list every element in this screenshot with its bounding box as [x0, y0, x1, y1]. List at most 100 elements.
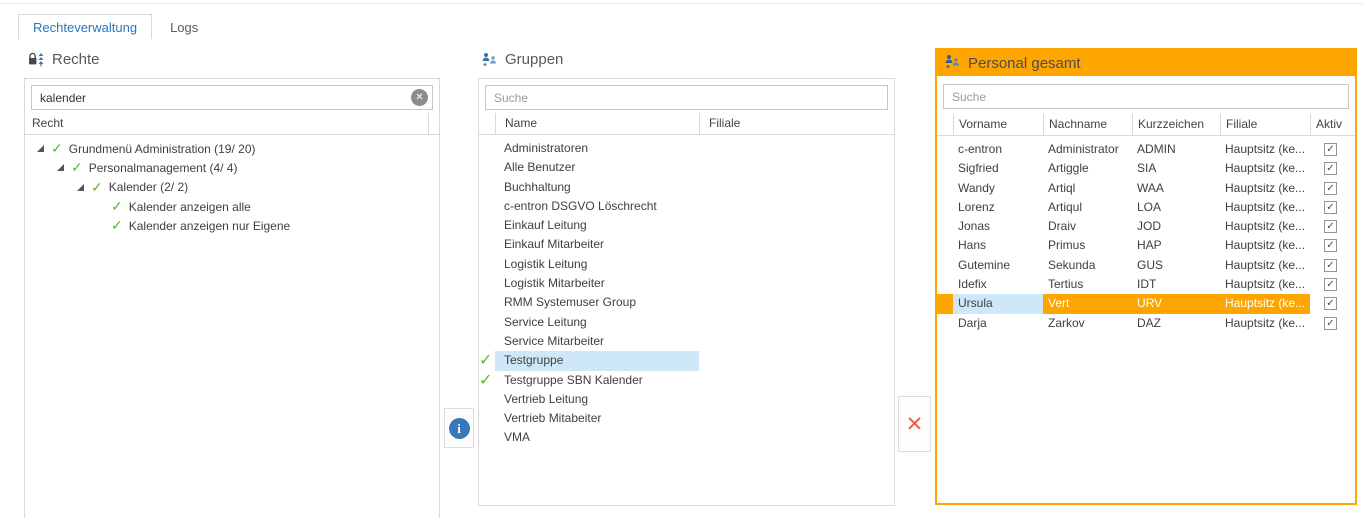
group-row[interactable]: Service Mitarbeiter [479, 332, 894, 351]
group-row[interactable]: Vertrieb Leitung [479, 390, 894, 409]
cell-kurzzeichen[interactable]: LOA [1132, 198, 1220, 217]
clear-search-icon[interactable]: ✕ [411, 89, 428, 106]
rights-tree-item[interactable]: ✓Personalmanagement (4/ 4) [25, 158, 438, 177]
cell-filiale[interactable] [699, 428, 894, 447]
cell-filiale[interactable] [699, 409, 894, 428]
personnel-column-filiale[interactable]: Filiale [1220, 114, 1310, 135]
cell-vorname[interactable]: Lorenz [953, 198, 1043, 217]
cell-vorname[interactable]: Gutemine [953, 256, 1043, 275]
cell-name[interactable]: Service Leitung [495, 313, 699, 332]
cell-filiale[interactable] [699, 178, 894, 197]
cell-filiale[interactable] [699, 332, 894, 351]
cell-filiale[interactable] [699, 390, 894, 409]
cell-name[interactable]: Testgruppe SBN Kalender [495, 371, 699, 390]
cell-name[interactable]: Einkauf Mitarbeiter [495, 235, 699, 254]
cell-filiale[interactable]: Hauptsitz (ke... [1220, 217, 1310, 236]
cell-vorname[interactable]: Wandy [953, 179, 1043, 198]
cell-vorname[interactable]: Sigfried [953, 159, 1043, 178]
cell-filiale[interactable]: Hauptsitz (ke... [1220, 198, 1310, 217]
group-row[interactable]: ✓Testgruppe [479, 351, 894, 370]
personnel-column-nachname[interactable]: Nachname [1043, 114, 1132, 135]
cell-name[interactable]: Administratoren [495, 139, 699, 158]
personnel-row[interactable]: GutemineSekundaGUSHauptsitz (ke... ✓ [937, 256, 1355, 275]
aktiv-checkbox[interactable]: ✓ [1324, 143, 1337, 156]
cell-name[interactable]: Testgruppe [495, 351, 699, 370]
cell-nachname[interactable]: Zarkov [1043, 314, 1132, 333]
tab-logs[interactable]: Logs [156, 15, 212, 39]
group-row[interactable]: Administratoren [479, 139, 894, 158]
aktiv-checkbox[interactable]: ✓ [1324, 278, 1337, 291]
aktiv-checkbox[interactable]: ✓ [1324, 239, 1337, 252]
group-row[interactable]: Einkauf Mitarbeiter [479, 235, 894, 254]
tab-rechteverwaltung[interactable]: Rechteverwaltung [18, 14, 152, 39]
cell-kurzzeichen[interactable]: HAP [1132, 236, 1220, 255]
personnel-row[interactable]: SigfriedArtiggleSIAHauptsitz (ke...✓ [937, 159, 1355, 178]
cell-kurzzeichen[interactable]: SIA [1132, 159, 1220, 178]
cell-vorname[interactable]: Ursula [953, 294, 1043, 313]
cell-kurzzeichen[interactable]: GUS [1132, 256, 1220, 275]
personnel-column-aktiv[interactable]: Aktiv [1310, 114, 1355, 135]
cell-kurzzeichen[interactable]: IDT [1132, 275, 1220, 294]
cell-kurzzeichen[interactable]: URV [1132, 294, 1220, 313]
personnel-row[interactable]: LorenzArtiqulLOAHauptsitz (ke...✓ [937, 198, 1355, 217]
cell-filiale[interactable] [699, 139, 894, 158]
personnel-row[interactable]: DarjaZarkovDAZHauptsitz (ke...✓ [937, 314, 1355, 333]
cell-nachname[interactable]: Artiqul [1043, 198, 1132, 217]
group-row[interactable]: Logistik Mitarbeiter [479, 274, 894, 293]
group-row[interactable]: RMM Systemuser Group [479, 293, 894, 312]
cell-kurzzeichen[interactable]: WAA [1132, 179, 1220, 198]
cell-kurzzeichen[interactable]: ADMIN [1132, 140, 1220, 159]
expander-icon[interactable] [57, 164, 64, 171]
personnel-row[interactable]: c-entronAdministratorADMINHauptsitz (ke.… [937, 140, 1355, 159]
cell-vorname[interactable]: Idefix [953, 275, 1043, 294]
cell-name[interactable]: Alle Benutzer [495, 158, 699, 177]
cell-name[interactable]: Vertrieb Leitung [495, 390, 699, 409]
cell-filiale[interactable]: Hauptsitz (ke... [1220, 294, 1310, 313]
cell-filiale[interactable] [699, 293, 894, 312]
cell-filiale[interactable]: Hauptsitz (ke... [1220, 236, 1310, 255]
cell-filiale[interactable] [699, 197, 894, 216]
cell-name[interactable]: Buchhaltung [495, 178, 699, 197]
aktiv-checkbox[interactable]: ✓ [1324, 182, 1337, 195]
expander-icon[interactable] [37, 145, 44, 152]
cell-nachname[interactable]: Sekunda [1043, 256, 1132, 275]
cell-name[interactable]: RMM Systemuser Group [495, 293, 699, 312]
cell-filiale[interactable]: Hauptsitz (ke... [1220, 179, 1310, 198]
aktiv-checkbox[interactable]: ✓ [1324, 297, 1337, 310]
info-button[interactable]: i [444, 408, 474, 448]
group-row[interactable]: Vertrieb Mitabeiter [479, 409, 894, 428]
personnel-row[interactable]: WandyArtiqlWAAHauptsitz (ke...✓ [937, 179, 1355, 198]
cell-vorname[interactable]: c-entron [953, 140, 1043, 159]
cell-name[interactable]: Logistik Leitung [495, 255, 699, 274]
cell-filiale[interactable] [699, 313, 894, 332]
groups-search-input[interactable] [485, 85, 888, 110]
cell-filiale[interactable]: Hauptsitz (ke... [1220, 159, 1310, 178]
cell-filiale[interactable] [699, 235, 894, 254]
cell-nachname[interactable]: Vert [1043, 294, 1132, 313]
aktiv-checkbox[interactable]: ✓ [1324, 220, 1337, 233]
cell-filiale[interactable]: Hauptsitz (ke... [1220, 256, 1310, 275]
rights-tree-item[interactable]: ✓Kalender (2/ 2) [25, 178, 438, 197]
groups-column-filiale[interactable]: Filiale [699, 113, 894, 134]
cell-filiale[interactable] [699, 351, 894, 370]
groups-column-name[interactable]: Name [495, 113, 699, 134]
cell-filiale[interactable] [699, 216, 894, 235]
group-row[interactable]: c-entron DSGVO Löschrecht [479, 197, 894, 216]
group-row[interactable]: Einkauf Leitung [479, 216, 894, 235]
personnel-row[interactable]: JonasDraivJODHauptsitz (ke...✓ [937, 217, 1355, 236]
cell-nachname[interactable]: Administrator [1043, 140, 1132, 159]
cell-name[interactable]: c-entron DSGVO Löschrecht [495, 197, 699, 216]
rights-search-input[interactable] [31, 85, 433, 110]
personnel-row[interactable]: HansPrimusHAPHauptsitz (ke...✓ [937, 236, 1355, 255]
cell-filiale[interactable] [699, 274, 894, 293]
cell-nachname[interactable]: Draiv [1043, 217, 1132, 236]
expander-icon[interactable] [77, 184, 84, 191]
cell-filiale[interactable]: Hauptsitz (ke... [1220, 314, 1310, 333]
aktiv-checkbox[interactable]: ✓ [1324, 317, 1337, 330]
personnel-row[interactable]: IdefixTertiusIDTHauptsitz (ke...✓ [937, 275, 1355, 294]
cell-filiale[interactable] [699, 255, 894, 274]
cell-kurzzeichen[interactable]: JOD [1132, 217, 1220, 236]
aktiv-checkbox[interactable]: ✓ [1324, 259, 1337, 272]
cell-filiale[interactable] [699, 371, 894, 390]
cell-filiale[interactable]: Hauptsitz (ke... [1220, 275, 1310, 294]
